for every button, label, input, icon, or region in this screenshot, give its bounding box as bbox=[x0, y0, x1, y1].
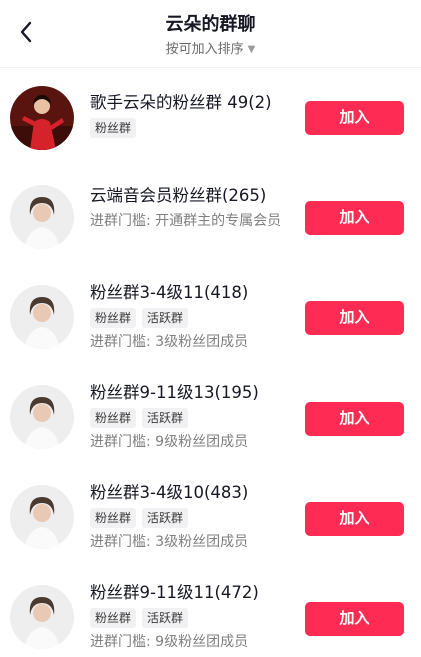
group-avatar bbox=[10, 585, 74, 649]
group-requirement: 进群门槛: 3级粉丝团成员 bbox=[90, 334, 249, 350]
group-requirement: 进群门槛: 9级粉丝团成员 bbox=[90, 434, 249, 450]
group-tags: 粉丝群 bbox=[90, 118, 290, 138]
group-row[interactable]: 粉丝群3-4级10(483) 粉丝群 活跃群 进群门槛: 3级粉丝团成员 加入 bbox=[0, 468, 421, 568]
group-info: 粉丝群9-11级11(472) 粉丝群 活跃群 进群门槛: 9级粉丝团成员 bbox=[90, 582, 290, 653]
join-button[interactable]: 加入 bbox=[305, 502, 404, 536]
group-info: 粉丝群3-4级11(418) 粉丝群 活跃群 进群门槛: 3级粉丝团成员 bbox=[90, 282, 290, 353]
tag-active-group: 活跃群 bbox=[142, 408, 189, 428]
group-requirement: 进群门槛: 9级粉丝团成员 bbox=[90, 634, 249, 650]
sort-label: 按可加入排序 bbox=[165, 42, 244, 57]
group-list: 歌手云朵的粉丝群 49(2) 粉丝群 加入 云端音会员粉丝群(265) 进群门槛… bbox=[0, 68, 421, 657]
join-button[interactable]: 加入 bbox=[305, 201, 404, 235]
group-info: 歌手云朵的粉丝群 49(2) 粉丝群 bbox=[90, 92, 290, 138]
tag-fan-group: 粉丝群 bbox=[90, 118, 137, 138]
group-avatar bbox=[10, 485, 74, 549]
page-title: 云朵的群聊 bbox=[165, 14, 256, 35]
tag-active-group: 活跃群 bbox=[142, 608, 189, 628]
sort-dropdown[interactable]: 按可加入排序 ▼ bbox=[0, 38, 421, 57]
group-requirement: 进群门槛: 开通群主的专属会员 bbox=[90, 213, 282, 229]
join-button[interactable]: 加入 bbox=[305, 402, 404, 436]
join-button[interactable]: 加入 bbox=[305, 101, 404, 135]
group-row[interactable]: 云端音会员粉丝群(265) 进群门槛: 开通群主的专属会员 加入 bbox=[0, 168, 421, 268]
group-row[interactable]: 粉丝群3-4级11(418) 粉丝群 活跃群 进群门槛: 3级粉丝团成员 加入 bbox=[0, 268, 421, 368]
join-button[interactable]: 加入 bbox=[305, 602, 404, 636]
tag-active-group: 活跃群 bbox=[142, 308, 189, 328]
group-row[interactable]: 歌手云朵的粉丝群 49(2) 粉丝群 加入 bbox=[0, 68, 421, 168]
group-name: 歌手云朵的粉丝群 49(2) bbox=[90, 93, 272, 112]
group-name: 云端音会员粉丝群(265) bbox=[90, 186, 267, 205]
tag-active-group: 活跃群 bbox=[142, 508, 189, 528]
tag-fan-group: 粉丝群 bbox=[90, 608, 137, 628]
group-info: 粉丝群3-4级10(483) 粉丝群 活跃群 进群门槛: 3级粉丝团成员 bbox=[90, 482, 290, 553]
group-info: 云端音会员粉丝群(265) 进群门槛: 开通群主的专属会员 bbox=[90, 185, 290, 232]
group-avatar bbox=[10, 285, 74, 349]
group-avatar bbox=[10, 185, 74, 249]
group-requirement: 进群门槛: 3级粉丝团成员 bbox=[90, 534, 249, 550]
group-row[interactable]: 粉丝群9-11级11(472) 粉丝群 活跃群 进群门槛: 9级粉丝团成员 加入 bbox=[0, 568, 421, 657]
join-button[interactable]: 加入 bbox=[305, 301, 404, 335]
group-name: 粉丝群3-4级11(418) bbox=[90, 283, 249, 302]
group-tags: 粉丝群 活跃群 bbox=[90, 608, 290, 628]
nav-header: 云朵的群聊 按可加入排序 ▼ bbox=[0, 0, 421, 68]
tag-fan-group: 粉丝群 bbox=[90, 308, 137, 328]
tag-fan-group: 粉丝群 bbox=[90, 408, 137, 428]
group-name: 粉丝群3-4级10(483) bbox=[90, 483, 249, 502]
group-tags: 粉丝群 活跃群 bbox=[90, 408, 290, 428]
group-name: 粉丝群9-11级13(195) bbox=[90, 383, 259, 402]
tag-fan-group: 粉丝群 bbox=[90, 508, 137, 528]
group-info: 粉丝群9-11级13(195) 粉丝群 活跃群 进群门槛: 9级粉丝团成员 bbox=[90, 382, 290, 453]
group-row[interactable]: 粉丝群9-11级13(195) 粉丝群 活跃群 进群门槛: 9级粉丝团成员 加入 bbox=[0, 368, 421, 468]
group-tags: 粉丝群 活跃群 bbox=[90, 508, 290, 528]
caret-down-icon: ▼ bbox=[247, 44, 256, 55]
group-avatar bbox=[10, 385, 74, 449]
group-tags: 粉丝群 活跃群 bbox=[90, 308, 290, 328]
group-avatar bbox=[10, 86, 74, 150]
group-name: 粉丝群9-11级11(472) bbox=[90, 583, 259, 602]
